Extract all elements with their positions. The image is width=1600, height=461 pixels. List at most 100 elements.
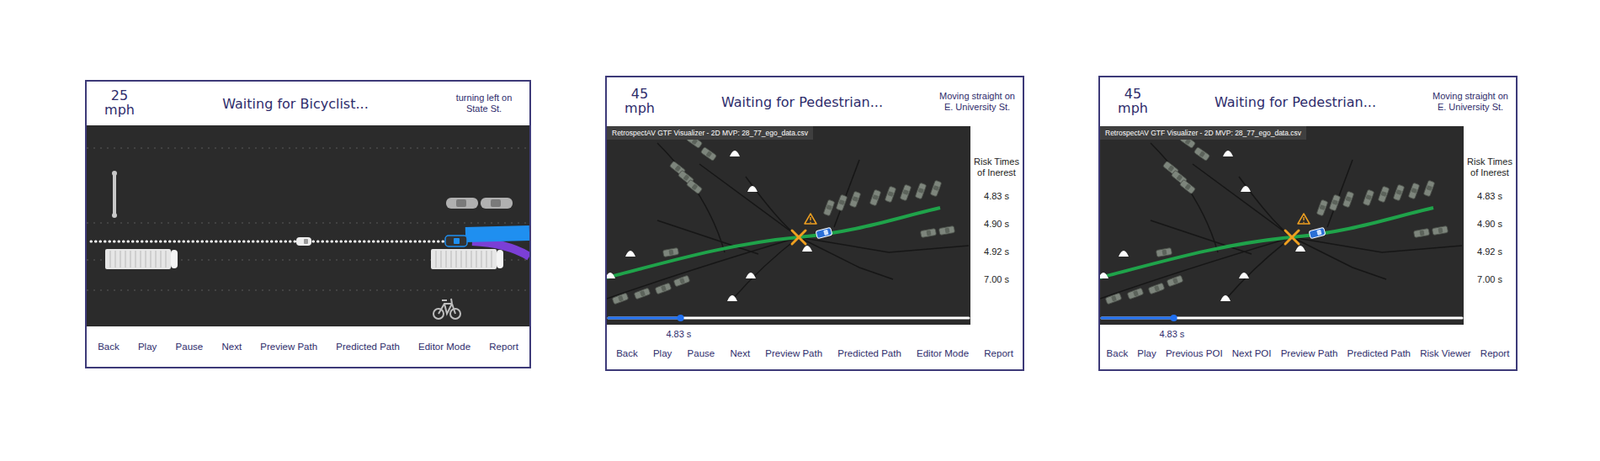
pedestrian-icon [1100, 272, 1109, 279]
bus-icon [430, 249, 504, 270]
warning-icon [1297, 213, 1310, 224]
ego-car-icon [815, 227, 833, 239]
car-icon [296, 237, 312, 246]
pedestrian-icon [729, 150, 740, 157]
risk-time[interactable]: 4.90 s [1477, 210, 1503, 239]
speed-readout: 25 mph [93, 89, 146, 118]
control-button[interactable]: Back [1105, 348, 1131, 359]
control-button[interactable]: Play [651, 348, 674, 359]
car-icon [662, 247, 679, 257]
risk-title: Risk Times of Inerest [972, 156, 1021, 178]
control-button[interactable]: Editor Mode [914, 348, 971, 359]
pedestrian-icon [1222, 150, 1234, 157]
speed-readout: 45 mph [1106, 87, 1159, 117]
control-button[interactable]: Predicted Path [334, 341, 401, 352]
lane-line [86, 289, 530, 291]
control-button[interactable]: Predicted Path [835, 348, 903, 359]
car-icon [869, 189, 882, 207]
car-icon [1148, 282, 1165, 295]
timeline-slider[interactable] [1101, 314, 1462, 322]
control-button[interactable]: Next POI [1230, 348, 1274, 359]
risk-time[interactable]: 7.00 s [1477, 265, 1503, 294]
pedestrian-icon [1240, 186, 1251, 192]
speed-value: 25 [111, 89, 128, 104]
car-icon [835, 194, 848, 212]
car-icon [1423, 180, 1436, 197]
road-line [1291, 237, 1462, 253]
road-line [798, 237, 969, 253]
control-button[interactable]: Preview Path [763, 348, 824, 359]
control-button[interactable]: Back [614, 348, 640, 359]
control-button[interactable]: Report [982, 348, 1016, 359]
mockup-card: 25 mph Waiting for Bicyclist... turning … [85, 79, 532, 369]
car-icon [1126, 287, 1144, 300]
car-icon [919, 228, 936, 238]
control-button[interactable]: Next [219, 341, 244, 352]
control-button[interactable]: Risk Viewer [1418, 348, 1473, 359]
control-button[interactable]: Predicted Path [1345, 348, 1413, 359]
car-icon [446, 197, 479, 209]
car-icon [611, 292, 629, 305]
map-scene [606, 126, 971, 325]
visualizer: RetrospectAV GTF Visualizer - 2D MVP: 28… [606, 126, 1023, 325]
road-line [1238, 176, 1292, 238]
reading-track: 4.83 s [1100, 324, 1464, 341]
pedestrian-icon [1238, 272, 1250, 279]
risk-time[interactable]: 4.83 s [983, 182, 1010, 211]
car-icon [823, 199, 835, 217]
risk-time[interactable]: 7.00 s [983, 265, 1010, 294]
road-line [1291, 237, 1387, 280]
control-button[interactable]: Preview Path [1279, 348, 1340, 359]
control-button[interactable]: Next [728, 348, 752, 359]
map-scene [1100, 126, 1464, 325]
road-line [1192, 164, 1292, 238]
page: 25 mph Waiting for Bicyclist... turning … [0, 0, 1600, 461]
control-button[interactable]: Report [1478, 348, 1512, 359]
control-button[interactable]: Play [1135, 348, 1158, 359]
car-icon [930, 180, 942, 197]
risk-time[interactable]: 4.92 s [1477, 238, 1503, 266]
maneuver-text: turning left on State St. [445, 92, 523, 114]
mockup-card: 45 mph Waiting for Pedestrian... Moving … [605, 75, 1025, 372]
status-title: Waiting for Pedestrian... [665, 94, 939, 111]
pedestrian-icon [625, 250, 636, 257]
planned-path [90, 240, 446, 244]
preview-path [465, 233, 530, 235]
risk-time[interactable]: 4.90 s [983, 210, 1010, 239]
car-icon [1155, 247, 1172, 257]
maneuver-text: Moving straight on E. University St. [1431, 90, 1510, 112]
control-button[interactable]: Previous POI [1164, 348, 1225, 359]
car-icon [1431, 225, 1448, 235]
pedestrian-icon [747, 186, 758, 192]
road-line [1100, 237, 1292, 299]
risk-time[interactable]: 4.83 s [1477, 182, 1503, 211]
pedestrian-icon [727, 295, 738, 302]
control-button[interactable]: Pause [174, 341, 206, 352]
ego-path [606, 207, 941, 278]
conflict-point-icon [792, 230, 806, 245]
pedestrian-icon [802, 245, 813, 252]
reading-track: 4.83 s [606, 324, 971, 341]
predicted-path [472, 241, 530, 257]
map-view: RetrospectAV GTF Visualizer - 2D MVP: 28… [1100, 126, 1464, 325]
street-scene [86, 125, 530, 327]
control-button[interactable]: Back [95, 341, 122, 352]
car-icon [914, 182, 927, 200]
control-button[interactable]: Report [487, 341, 521, 352]
car-icon [1105, 292, 1122, 305]
street-view [86, 125, 530, 327]
control-button[interactable]: Pause [685, 348, 718, 359]
timeline-reading: 4.83 s [665, 328, 692, 341]
status-title: Waiting for Pedestrian... [1158, 94, 1432, 111]
car-icon [1193, 147, 1210, 162]
control-button[interactable]: Editor Mode [416, 341, 473, 352]
risk-time[interactable]: 4.92 s [983, 238, 1010, 266]
control-button[interactable]: Preview Path [258, 341, 319, 352]
control-button[interactable]: Play [136, 341, 159, 352]
speed-value: 45 [1124, 87, 1142, 102]
timeline-slider[interactable] [608, 314, 969, 322]
visualizer: RetrospectAV GTF Visualizer - 2D MVP: 28… [1100, 126, 1516, 325]
risk-list: 4.83 s4.90 s4.92 s7.00 s [983, 182, 1010, 294]
road-line [745, 176, 799, 238]
bicycle-icon [433, 298, 461, 319]
